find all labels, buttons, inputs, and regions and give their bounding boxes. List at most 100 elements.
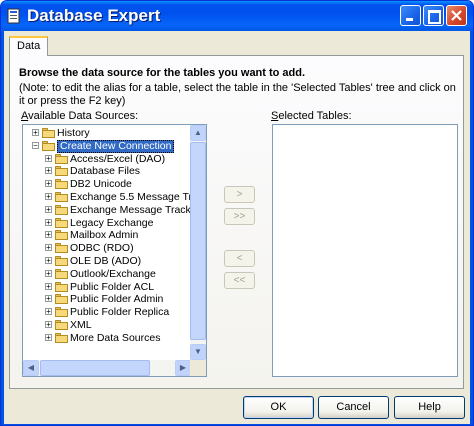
scroll-up-button[interactable]: ▲ [190, 125, 206, 141]
expand-icon[interactable]: + [45, 205, 52, 213]
tree-node[interactable]: + Public Folder Admin [23, 293, 191, 306]
scroll-up-arrow-icon: ▲ [194, 128, 202, 137]
tree-node-label: Database Files [70, 165, 141, 178]
remove-table-button[interactable]: < [224, 250, 255, 267]
expand-icon[interactable]: + [45, 231, 52, 239]
tree-node[interactable]: + XML [23, 319, 191, 332]
tree-node[interactable]: + History [23, 127, 191, 140]
add-all-tables-button[interactable]: >> [224, 208, 255, 225]
folder-icon [55, 217, 68, 228]
tree-node-label: Exchange 5.5 Message Trac [70, 190, 191, 203]
tree-node[interactable]: + ODBC (RDO) [23, 242, 191, 255]
tree-node[interactable]: + Access/Excel (DAO) [23, 153, 191, 166]
scrollbar-corner [190, 360, 206, 376]
folder-icon [55, 179, 68, 190]
tree-node-label: Outlook/Exchange [70, 267, 156, 280]
folder-icon [55, 332, 68, 343]
selected-label-text: elected Tables: [278, 110, 352, 122]
folder-icon [55, 191, 68, 202]
folder-icon [55, 268, 68, 279]
cancel-button[interactable]: Cancel [318, 396, 389, 419]
dialog-client-area: Data Browse the data source for the tabl… [4, 31, 470, 424]
tree-node-label: ODBC (RDO) [70, 242, 134, 255]
database-expert-window: Database Expert Data Browse the data sou… [0, 0, 474, 426]
tree-node[interactable]: + DB2 Unicode [23, 178, 191, 191]
tree-node[interactable]: + Mailbox Admin [23, 229, 191, 242]
tree-node-label: Legacy Exchange [70, 216, 154, 229]
maximize-icon [428, 10, 441, 24]
folder-icon [55, 166, 68, 177]
collapse-icon[interactable]: − [32, 141, 39, 149]
folder-icon [55, 255, 68, 266]
folder-icon [55, 307, 68, 318]
maximize-button[interactable] [423, 5, 444, 26]
folder-icon [55, 153, 68, 164]
expand-icon[interactable]: + [45, 192, 52, 200]
scroll-right-button[interactable]: ▶ [175, 360, 191, 376]
tree-node[interactable]: + Database Files [23, 165, 191, 178]
tree-node[interactable]: + OLE DB (ADO) [23, 255, 191, 268]
expand-icon[interactable]: + [45, 269, 52, 277]
selected-tables-tree[interactable] [272, 124, 458, 377]
note-text: (Note: to edit the alias for a table, se… [19, 82, 456, 107]
minimize-button[interactable] [400, 5, 421, 26]
remove-all-tables-button[interactable]: << [224, 272, 255, 289]
tree-node-label: OLE DB (ADO) [70, 254, 142, 267]
add-table-button[interactable]: > [224, 186, 255, 203]
folder-icon [42, 140, 55, 151]
expand-icon[interactable]: + [45, 218, 52, 226]
help-button[interactable]: Help [394, 396, 465, 419]
folder-icon [42, 128, 55, 138]
expand-icon[interactable]: + [45, 256, 52, 264]
tree-node-label: Public Folder Replica [70, 306, 170, 319]
expand-icon[interactable]: + [45, 244, 52, 252]
tree-horizontal-scrollbar[interactable]: ◀ ▶ [23, 360, 191, 376]
expand-icon[interactable]: + [45, 308, 52, 316]
scroll-left-arrow-icon: ◀ [27, 363, 35, 372]
data-tab-panel: Browse the data source for the tables yo… [9, 55, 464, 389]
tree-node[interactable]: + More Data Sources [23, 332, 191, 345]
tree-node-label: Create New Connection [57, 139, 175, 153]
folder-icon [55, 230, 68, 241]
tree-node[interactable]: + Public Folder Replica [23, 306, 191, 319]
expand-icon[interactable]: + [45, 180, 52, 188]
instruction-text: Browse the data source for the tables yo… [19, 67, 306, 79]
tree-node[interactable]: + Legacy Exchange [23, 217, 191, 230]
folder-icon [55, 294, 68, 305]
folder-icon [55, 281, 68, 292]
tree-node[interactable]: + Exchange 5.5 Message Trac [23, 191, 191, 204]
tree-node-label: More Data Sources [70, 331, 161, 344]
tab-data[interactable]: Data [9, 36, 49, 56]
close-button[interactable] [446, 5, 467, 26]
vertical-scroll-thumb[interactable] [190, 142, 206, 340]
scroll-left-button[interactable]: ◀ [23, 360, 39, 376]
tree-node-label: Mailbox Admin [70, 229, 139, 242]
available-data-sources-tree[interactable]: + History − Create New Connection + Access/Ex… [22, 124, 207, 377]
expand-icon[interactable]: + [45, 333, 52, 341]
tree-node[interactable]: + Outlook/Exchange [23, 268, 191, 281]
selected-tables-label: Selected Tables: [271, 110, 352, 122]
expand-icon[interactable]: + [32, 129, 39, 137]
ok-button[interactable]: OK [243, 396, 314, 419]
title-bar[interactable]: Database Expert [1, 1, 473, 31]
expand-icon[interactable]: + [45, 154, 52, 162]
tree-node-label: Public Folder ACL [70, 280, 155, 293]
horizontal-scroll-thumb[interactable] [40, 360, 150, 376]
tree-node-label: Public Folder Admin [70, 293, 164, 306]
folder-icon [55, 243, 68, 254]
tree-node-list: + History − Create New Connection + Access/Ex… [23, 127, 191, 357]
tree-node[interactable]: + Public Folder ACL [23, 281, 191, 294]
tree-node-label: XML [70, 318, 92, 331]
tree-node[interactable]: − Create New Connection [23, 139, 191, 153]
tree-node[interactable]: + Exchange Message Tracking [23, 204, 191, 217]
database-expert-icon [7, 8, 20, 24]
tree-node-label: History [57, 127, 90, 139]
tree-node-label: Access/Excel (DAO) [70, 152, 166, 165]
tree-vertical-scrollbar[interactable]: ▲ ▼ [190, 125, 206, 360]
expand-icon[interactable]: + [45, 320, 52, 328]
scroll-down-button[interactable]: ▼ [190, 344, 206, 360]
expand-icon[interactable]: + [45, 295, 52, 303]
close-icon [451, 10, 462, 21]
expand-icon[interactable]: + [45, 282, 52, 290]
expand-icon[interactable]: + [45, 167, 52, 175]
